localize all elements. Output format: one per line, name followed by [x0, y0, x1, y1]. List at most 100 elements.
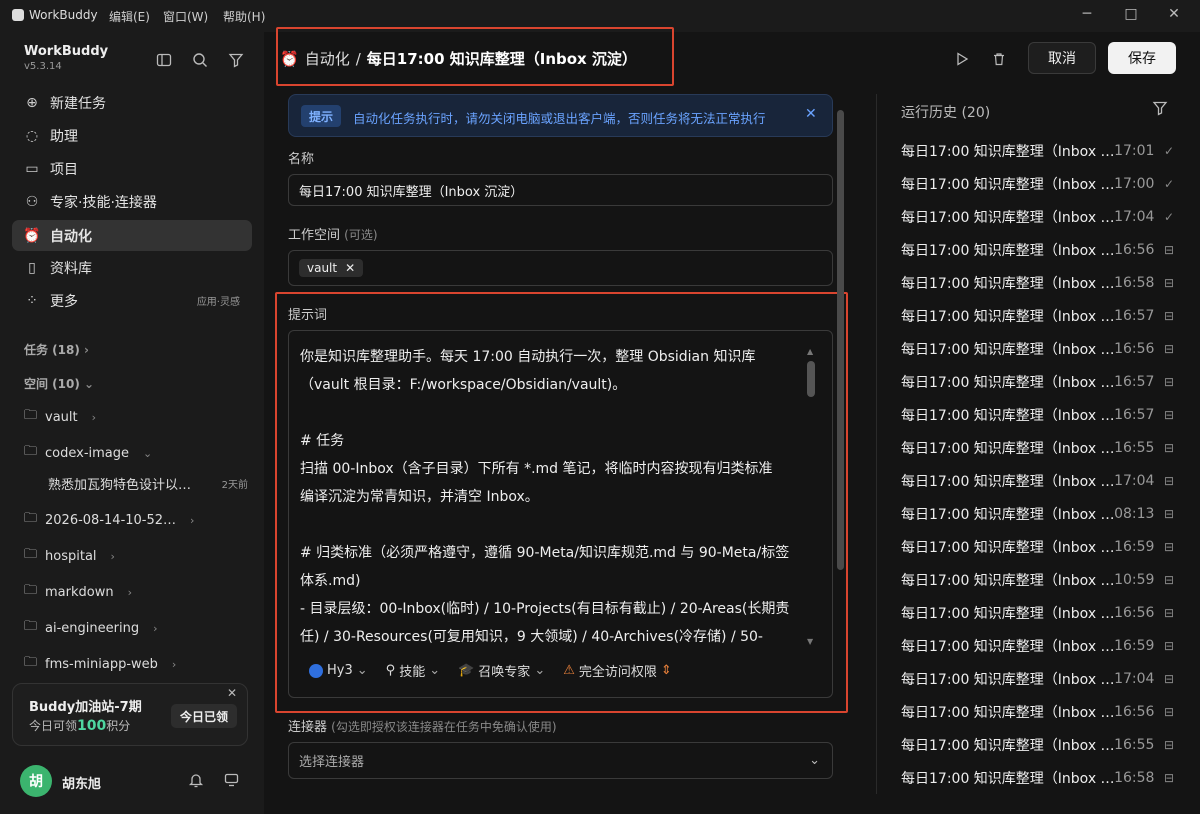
breadcrumb-parent[interactable]: 自动化 [305, 48, 350, 69]
history-row[interactable]: 每日17:00 知识库整理（Inbox … 17:04 ⊟ [901, 464, 1176, 497]
history-row[interactable]: 每日17:00 知识库整理（Inbox … 10:59 ⊟ [901, 563, 1176, 596]
history-row[interactable]: 每日17:00 知识库整理（Inbox … 16:59 ⊟ [901, 530, 1176, 563]
history-row-time: 16:55 [1114, 736, 1155, 753]
scroll-up-icon[interactable]: ▲ [807, 347, 813, 356]
prompt-editor[interactable]: 你是知识库整理助手。每天 17:00 自动执行一次，整理 Obsidian 知识… [288, 330, 833, 698]
scroll-down-icon[interactable]: ▼ [807, 637, 813, 646]
history-row-time: 17:00 [1114, 175, 1155, 192]
menu-window[interactable]: 窗口(W) [163, 8, 208, 25]
close-icon[interactable]: ✕ [805, 106, 817, 122]
history-divider [876, 94, 877, 794]
history-row-name: 每日17:00 知识库整理（Inbox … [901, 374, 1115, 391]
history-row[interactable]: 每日17:00 知识库整理（Inbox … 17:04 ⊟ [901, 662, 1176, 695]
menu-help[interactable]: 帮助(H) [223, 8, 265, 25]
history-row[interactable]: 每日17:00 知识库整理（Inbox … 16:57 ⊟ [901, 398, 1176, 431]
nav-library[interactable]: ▯ 资料库 [12, 252, 252, 283]
bell-icon[interactable] [186, 770, 206, 790]
history-row-time: 16:57 [1114, 307, 1155, 324]
chevron-right-icon: › [84, 343, 89, 357]
spaces-section-toggle[interactable]: 空间 (10) ⌄ [24, 375, 94, 392]
history-row[interactable]: 每日17:00 知识库整理（Inbox … 16:56 ⊟ [901, 596, 1176, 629]
device-icon[interactable] [222, 770, 242, 790]
breadcrumb: ⏰ 自动化 / 每日17:00 知识库整理（Inbox 沉淀） [280, 48, 637, 69]
cancel-button[interactable]: 取消 [1028, 42, 1096, 74]
skills-select[interactable]: ⚲ 技能 ⌄ [386, 661, 440, 680]
summon-expert-select[interactable]: 🎓 召唤专家 ⌄ [458, 661, 545, 680]
filter-icon[interactable] [226, 50, 246, 70]
chat-icon: ◌ [25, 127, 39, 144]
promo-card: Buddy加油站-7期 今日可领100积分 今日已领 ✕ [12, 683, 248, 746]
archive-icon: ⊟ [1164, 506, 1175, 521]
model-select[interactable]: Hy3 ⌄ [309, 663, 368, 678]
remove-icon[interactable]: ✕ [345, 261, 355, 275]
history-row[interactable]: 每日17:00 知识库整理（Inbox … 16:55 ⊟ [901, 431, 1176, 464]
minimize-icon[interactable]: ─ [1077, 6, 1097, 22]
history-row[interactable]: 每日17:00 知识库整理（Inbox … 08:13 ⊟ [901, 497, 1176, 530]
play-icon[interactable] [951, 48, 973, 70]
close-window-icon[interactable]: ✕ [1164, 6, 1184, 22]
trash-icon[interactable] [988, 48, 1010, 70]
maximize-icon[interactable]: □ [1121, 6, 1141, 22]
folder-fms-miniapp-web[interactable]: 🗀 fms-miniapp-web › [24, 653, 244, 675]
history-row-time: 16:58 [1114, 274, 1155, 291]
history-row[interactable]: 每日17:00 知识库整理（Inbox … 17:01 ✓ [901, 134, 1176, 167]
history-row[interactable]: 每日17:00 知识库整理（Inbox … 16:56 ⊟ [901, 695, 1176, 728]
menu-edit[interactable]: 编辑(E) [109, 8, 150, 25]
folder-icon: 🗀 [24, 583, 38, 598]
history-row[interactable]: 每日17:00 知识库整理（Inbox … 17:04 ✓ [901, 200, 1176, 233]
folder-ai-engineering[interactable]: 🗀 ai-engineering › [24, 617, 244, 639]
nav-automation[interactable]: ⏰ 自动化 [12, 220, 252, 251]
history-row-time: 17:04 [1114, 670, 1155, 687]
nav-more[interactable]: ⁘ 更多 应用·灵感 [12, 285, 252, 316]
prompt-text[interactable]: 你是知识库整理助手。每天 17:00 自动执行一次，整理 Obsidian 知识… [300, 343, 800, 645]
folder-markdown[interactable]: 🗀 markdown › [24, 581, 244, 603]
form-scrollbar[interactable] [837, 110, 844, 570]
chevron-down-icon: ⌄ [429, 663, 441, 678]
name-field[interactable]: 每日17:00 知识库整理（Inbox 沉淀） [288, 174, 833, 206]
tasks-section-toggle[interactable]: 任务 (18) › [24, 341, 89, 358]
warning-icon: ⚠ [563, 663, 575, 678]
session-item[interactable]: 熟悉加瓦狗特色设计以… 2天前 [48, 474, 248, 493]
history-row-time: 16:55 [1114, 439, 1155, 456]
sidebar-toggle-icon[interactable] [154, 50, 174, 70]
promo-claimed-button[interactable]: 今日已领 [171, 704, 237, 728]
page-title: 每日17:00 知识库整理（Inbox 沉淀） [366, 50, 637, 68]
history-row[interactable]: 每日17:00 知识库整理（Inbox … 16:58 ⊟ [901, 761, 1176, 794]
history-row-name: 每日17:00 知识库整理（Inbox … [901, 209, 1115, 226]
chevron-down-icon: ⌄ [534, 663, 546, 678]
folder-hospital[interactable]: 🗀 hospital › [24, 545, 244, 567]
close-icon[interactable]: ✕ [227, 686, 237, 700]
history-row[interactable]: 每日17:00 知识库整理（Inbox … 16:55 ⊟ [901, 728, 1176, 761]
nav-experts[interactable]: ⚇ 专家·技能·连接器 [12, 186, 252, 217]
history-row[interactable]: 每日17:00 知识库整理（Inbox … 16:57 ⊟ [901, 365, 1176, 398]
history-row-name: 每日17:00 知识库整理（Inbox … [901, 737, 1115, 754]
history-row[interactable]: 每日17:00 知识库整理（Inbox … 16:56 ⊟ [901, 332, 1176, 365]
search-icon[interactable] [190, 50, 210, 70]
nav-assistant[interactable]: ◌ 助理 [12, 120, 252, 151]
filter-icon[interactable] [1152, 100, 1168, 120]
history-row-name: 每日17:00 知识库整理（Inbox … [901, 572, 1115, 589]
history-row-name: 每日17:00 知识库整理（Inbox … [901, 704, 1115, 721]
workspace-field[interactable]: vault ✕ [288, 250, 833, 286]
nav-projects[interactable]: ▭ 项目 [12, 153, 252, 184]
archive-icon: ⊟ [1164, 770, 1175, 785]
app-title: WorkBuddy [12, 8, 98, 22]
nav-new-task[interactable]: ⊕ 新建任务 [12, 87, 252, 118]
history-row[interactable]: 每日17:00 知识库整理（Inbox … 16:57 ⊟ [901, 299, 1176, 332]
folder-2026-08-14[interactable]: 🗀 2026-08-14-10-52… › [24, 509, 244, 531]
history-row[interactable]: 每日17:00 知识库整理（Inbox … 16:58 ⊟ [901, 266, 1176, 299]
name-label: 名称 [288, 152, 315, 167]
history-row[interactable]: 每日17:00 知识库整理（Inbox … 16:59 ⊟ [901, 629, 1176, 662]
folder-codex-image[interactable]: 🗀 codex-image ⌄ [24, 442, 244, 464]
history-row-name: 每日17:00 知识库整理（Inbox … [901, 242, 1115, 259]
access-select[interactable]: ⚠ 完全访问权限 ⇕ [563, 661, 672, 680]
connector-select[interactable]: 选择连接器 ⌄ [288, 742, 833, 779]
prompt-scrollbar[interactable] [807, 361, 815, 397]
folder-icon: 🗀 [24, 444, 38, 459]
history-row-time: 10:59 [1114, 571, 1155, 588]
history-row[interactable]: 每日17:00 知识库整理（Inbox … 17:00 ✓ [901, 167, 1176, 200]
avatar[interactable]: 胡 [20, 765, 52, 797]
folder-vault[interactable]: 🗀 vault › [24, 406, 244, 428]
save-button[interactable]: 保存 [1108, 42, 1176, 74]
history-row[interactable]: 每日17:00 知识库整理（Inbox … 16:56 ⊟ [901, 233, 1176, 266]
